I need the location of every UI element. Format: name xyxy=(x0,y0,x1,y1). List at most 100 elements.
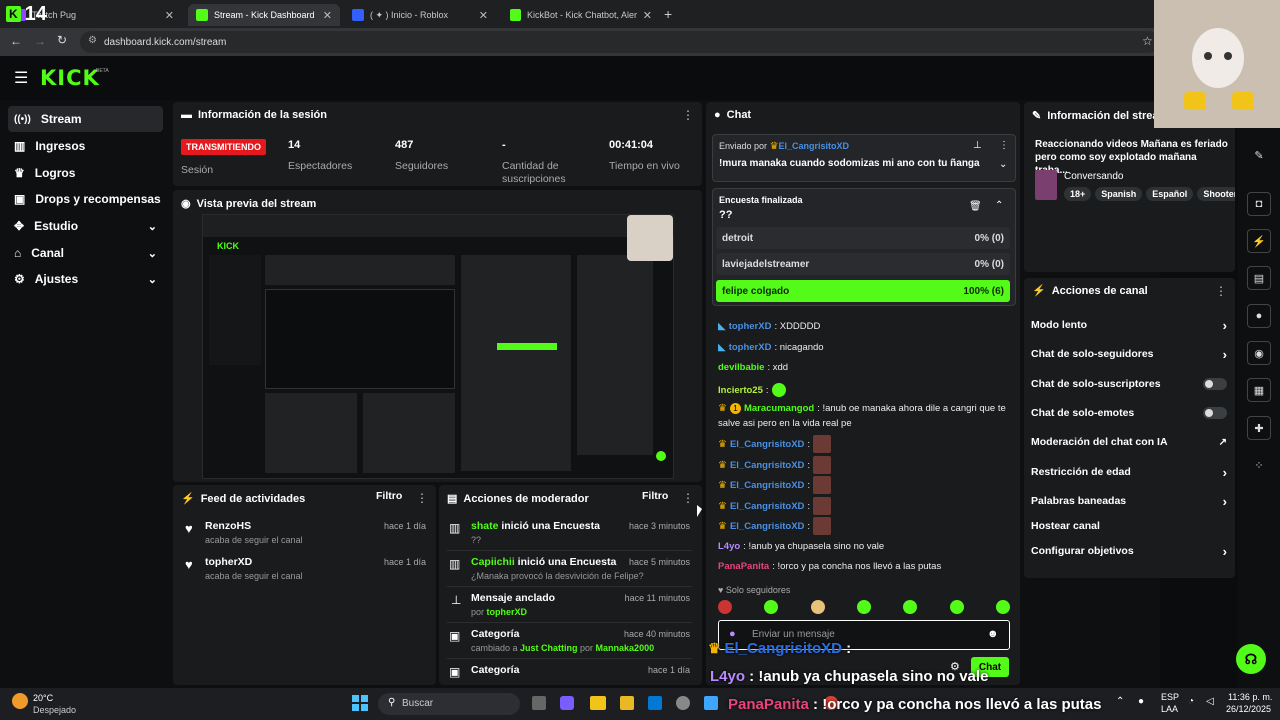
broadcast-icon[interactable]: ◉ xyxy=(1247,341,1271,365)
sidebar-item-ajustes[interactable]: ⚙ Ajustes ⌄ xyxy=(8,266,163,292)
chevron-down-icon[interactable]: ⌄ xyxy=(999,159,1007,170)
sidebar-item-drops[interactable]: ▣ Drops y recompensas xyxy=(8,186,163,212)
sidebar-item-logros[interactable]: ♛ Logros xyxy=(8,160,163,186)
pin-icon[interactable]: ⊥ xyxy=(973,140,982,151)
hamburger-menu-icon[interactable]: ☰ xyxy=(14,68,28,88)
chat-user[interactable]: devilbabie xyxy=(718,362,764,373)
close-icon[interactable]: ✕ xyxy=(479,9,488,22)
mod-action-time: hace 11 minutos xyxy=(624,593,690,603)
kebab-menu-icon[interactable]: ⋮ xyxy=(416,491,428,505)
layout-icon[interactable]: ▦ xyxy=(1247,378,1271,402)
outlook-icon[interactable] xyxy=(648,696,662,710)
edit-icon[interactable]: ✎ xyxy=(1247,143,1271,167)
close-icon[interactable]: ✕ xyxy=(323,9,332,22)
clock-time[interactable]: 11:36 p. m. xyxy=(1228,692,1272,702)
action-emotes-only[interactable]: Chat de solo-emotes xyxy=(1031,403,1227,423)
store-icon[interactable] xyxy=(620,696,634,710)
wifi-icon[interactable]: ◔ xyxy=(1188,696,1194,707)
subs-only-toggle[interactable] xyxy=(1203,378,1227,390)
keyboard-layout[interactable]: LAA xyxy=(1161,704,1178,714)
file-explorer-icon[interactable] xyxy=(590,696,606,710)
action-host-channel[interactable]: Hostear canal xyxy=(1031,516,1227,536)
emotes-only-toggle[interactable] xyxy=(1203,407,1227,419)
mic-icon[interactable]: ● xyxy=(1138,696,1144,707)
action-ai-moderation[interactable]: Moderación del chat con IA ↗ xyxy=(1031,432,1227,452)
emote-icon[interactable] xyxy=(718,600,732,614)
url-field[interactable]: ⚙ dashboard.kick.com/stream xyxy=(80,31,1160,53)
emote-icon[interactable] xyxy=(856,600,871,614)
copilot-icon[interactable] xyxy=(560,696,574,710)
chat-user[interactable]: topherXD xyxy=(729,321,772,332)
sidebar-item-estudio[interactable]: ✥ Estudio ⌄ xyxy=(8,213,163,239)
action-set-goals[interactable]: Configurar objetivos › xyxy=(1031,541,1227,561)
close-icon[interactable]: ✕ xyxy=(643,9,652,22)
language-code[interactable]: ESP xyxy=(1161,692,1179,702)
wrench-icon[interactable]: ✚ xyxy=(1247,416,1271,440)
emote-icon[interactable] xyxy=(764,600,779,614)
tag: Español xyxy=(1146,187,1194,201)
action-slow-mode[interactable]: Modo lento › xyxy=(1031,315,1227,335)
doc-icon[interactable]: ▤ xyxy=(1247,266,1271,290)
windows-start-icon[interactable] xyxy=(352,695,368,711)
stream-preview-video[interactable]: KICK xyxy=(202,214,675,479)
action-followers-only[interactable]: Chat de solo-seguidores › xyxy=(1031,344,1227,364)
support-headset-icon[interactable]: ☊ xyxy=(1236,644,1266,674)
sidebar-item-stream[interactable]: ((•)) Stream xyxy=(8,106,163,132)
chat-user[interactable]: El_CangrisitoXD xyxy=(730,501,804,512)
chevron-right-icon: › xyxy=(1222,464,1227,480)
chat-bubble-icon[interactable]: ● xyxy=(1247,304,1271,328)
action-subs-only[interactable]: Chat de solo-suscriptores xyxy=(1031,374,1227,394)
site-info-icon[interactable]: ⚙ xyxy=(88,35,97,46)
chevron-up-icon[interactable]: ⌃ xyxy=(995,200,1003,211)
kebab-menu-icon[interactable]: ⋮ xyxy=(999,140,1009,151)
chevron-up-icon[interactable]: ⌃ xyxy=(1116,696,1124,707)
filter-button[interactable]: Filtro xyxy=(642,490,668,502)
emote-icon[interactable] xyxy=(810,600,825,614)
tab-kick-dashboard[interactable]: Stream - Kick Dashboard ✕ xyxy=(188,4,340,26)
camera-icon[interactable]: ◘ xyxy=(1247,192,1271,216)
kebab-menu-icon[interactable]: ⋮ xyxy=(682,108,694,122)
chat-user[interactable]: El_CangrisitoXD xyxy=(730,521,804,532)
tab-kickbot[interactable]: KickBot - Kick Chatbot, Alerts, T ✕ xyxy=(502,4,660,26)
emote-icon[interactable] xyxy=(903,600,918,614)
dots-icon[interactable]: ⁘ xyxy=(1247,453,1271,477)
trash-icon[interactable]: 🗑 xyxy=(969,201,982,212)
chat-user[interactable]: PanaPanita xyxy=(718,561,769,572)
bolt-icon[interactable]: ⚡ xyxy=(1247,229,1271,253)
emote-icon[interactable] xyxy=(995,600,1010,614)
action-banned-words[interactable]: Palabras baneadas › xyxy=(1031,491,1227,511)
kebab-menu-icon[interactable]: ⋮ xyxy=(682,491,694,505)
back-icon[interactable]: ← xyxy=(10,34,22,48)
emoji-icon[interactable]: ☻ xyxy=(987,628,999,640)
close-icon[interactable]: ✕ xyxy=(165,9,174,22)
emote-icon[interactable] xyxy=(949,600,964,614)
sidebar-item-canal[interactable]: ⌂ Canal ⌄ xyxy=(8,240,163,266)
bookmark-star-icon[interactable]: ☆ xyxy=(1142,34,1153,48)
chat-user[interactable]: L4yo xyxy=(718,541,740,552)
chat-user[interactable]: Maracumangod xyxy=(744,403,814,414)
forward-icon[interactable]: → xyxy=(34,34,46,48)
new-tab-icon[interactable]: + xyxy=(664,6,672,22)
chat-user[interactable]: El_CangrisitoXD xyxy=(730,460,804,471)
chat-user[interactable]: topherXD xyxy=(729,342,772,353)
sidebar-item-ingresos[interactable]: ▥ Ingresos xyxy=(8,133,163,159)
tab-roblox[interactable]: ( ✦ ) Inicio - Roblox ✕ xyxy=(344,4,496,26)
mod-action-time: hace 1 día xyxy=(647,665,690,675)
app-icon[interactable] xyxy=(704,696,718,710)
settings-app-icon[interactable] xyxy=(676,696,690,710)
temperature: 20°C xyxy=(33,693,54,703)
volume-icon[interactable]: ◁ xyxy=(1206,696,1214,707)
chat-user[interactable]: El_CangrisitoXD xyxy=(730,480,804,491)
action-age-restriction[interactable]: Restricción de edad › xyxy=(1031,462,1227,482)
taskbar-search[interactable]: ⚲ Buscar xyxy=(378,693,520,715)
filter-button[interactable]: Filtro xyxy=(376,490,402,502)
chat-user[interactable]: Incierto25 xyxy=(718,385,763,396)
mic-icon[interactable]: ● xyxy=(729,628,736,640)
reload-icon[interactable]: ↻ xyxy=(57,33,67,47)
clock-date[interactable]: 26/12/2025 xyxy=(1226,704,1271,714)
sidebar: ((•)) Stream ▥ Ingresos ♛ Logros ▣ Drops y r… xyxy=(0,100,170,688)
kick-logo[interactable]: KICK xyxy=(40,66,100,90)
kebab-menu-icon[interactable]: ⋮ xyxy=(1215,284,1227,298)
chat-user[interactable]: El_CangrisitoXD xyxy=(730,439,804,450)
task-view-icon[interactable] xyxy=(532,696,546,710)
